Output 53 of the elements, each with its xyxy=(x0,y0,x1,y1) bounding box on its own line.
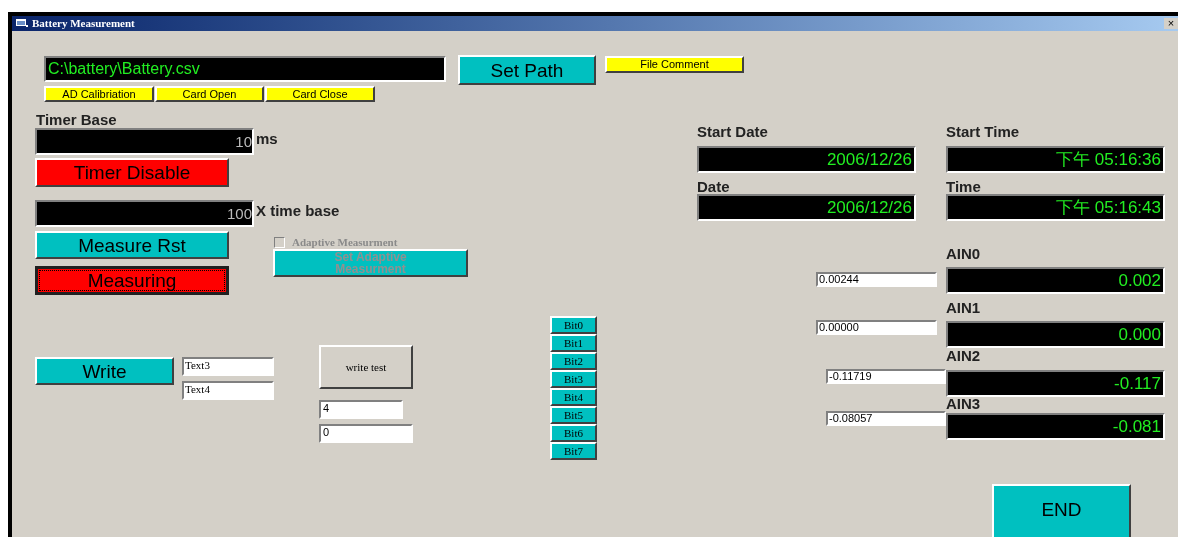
start-time-display: 下午 05:16:36 xyxy=(946,146,1165,173)
card-button[interactable]: Card Close xyxy=(265,86,375,102)
timer-base-label: Timer Base xyxy=(36,112,117,127)
channel-display: -0.117 xyxy=(946,370,1165,397)
write-button[interactable]: Write xyxy=(35,357,174,385)
number-field[interactable]: 4 xyxy=(319,400,403,419)
window-icon xyxy=(16,19,28,28)
channel-display: -0.081 xyxy=(946,413,1165,440)
close-button[interactable]: × xyxy=(1164,18,1178,29)
raw-value-field[interactable]: 0.00244 xyxy=(816,272,937,287)
start-date-display: 2006/12/26 xyxy=(697,146,916,173)
window-title: Battery Measurement xyxy=(32,17,135,30)
bit-button[interactable]: Bit5 xyxy=(550,406,597,424)
multiplier-field[interactable]: 100 xyxy=(35,200,254,227)
bit-button[interactable]: Bit7 xyxy=(550,442,597,460)
measure-reset-button[interactable]: Measure Rst xyxy=(35,231,229,259)
checkbox-label: Adaptive Measurment xyxy=(292,236,398,249)
unit-label: ms xyxy=(256,131,278,146)
bit-button[interactable]: Bit3 xyxy=(550,370,597,388)
text-field[interactable]: Text3 xyxy=(182,357,274,376)
channel-label: AIN0 xyxy=(946,246,981,261)
text-field[interactable]: Text4 xyxy=(182,381,274,400)
bit-button[interactable]: Bit6 xyxy=(550,424,597,442)
unit-label: X time base xyxy=(256,203,340,218)
bit-button[interactable]: Bit0 xyxy=(550,316,597,334)
date-display: 2006/12/26 xyxy=(697,194,916,221)
measuring-button[interactable]: Measuring xyxy=(35,266,229,295)
bit-button[interactable]: Bit2 xyxy=(550,352,597,370)
channel-display: 0.000 xyxy=(946,321,1165,348)
path-field[interactable]: C:\battery\Battery.csv xyxy=(44,56,446,82)
set-path-button[interactable]: Set Path xyxy=(458,55,596,85)
file-comment-button[interactable]: File Comment xyxy=(605,56,744,73)
raw-value-field[interactable]: -0.11719 xyxy=(826,369,946,384)
timer-base-field[interactable]: 10 xyxy=(35,128,254,155)
channel-label: AIN2 xyxy=(946,348,981,363)
bit-button[interactable]: Bit4 xyxy=(550,388,597,406)
timer-disable-button[interactable]: Timer Disable xyxy=(35,158,229,187)
start-time-label: Start Time xyxy=(946,124,1020,139)
card-button[interactable]: Card Open xyxy=(155,86,264,102)
start-date-label: Start Date xyxy=(697,124,768,139)
card-button[interactable]: AD Calibriation xyxy=(44,86,154,102)
number-field[interactable]: 0 xyxy=(319,424,413,443)
write-test-button[interactable]: write test xyxy=(319,345,413,389)
time-display: 下午 05:16:43 xyxy=(946,194,1165,221)
raw-value-field[interactable]: 0.00000 xyxy=(816,320,937,335)
bit-button[interactable]: Bit1 xyxy=(550,334,597,352)
raw-value-field[interactable]: -0.08057 xyxy=(826,411,946,426)
end-button[interactable]: END xyxy=(992,484,1131,537)
date-label: Date xyxy=(697,179,730,194)
channel-label: AIN1 xyxy=(946,300,981,315)
channel-label: AIN3 xyxy=(946,396,981,411)
channel-display: 0.002 xyxy=(946,267,1165,294)
time-label: Time xyxy=(946,179,981,194)
